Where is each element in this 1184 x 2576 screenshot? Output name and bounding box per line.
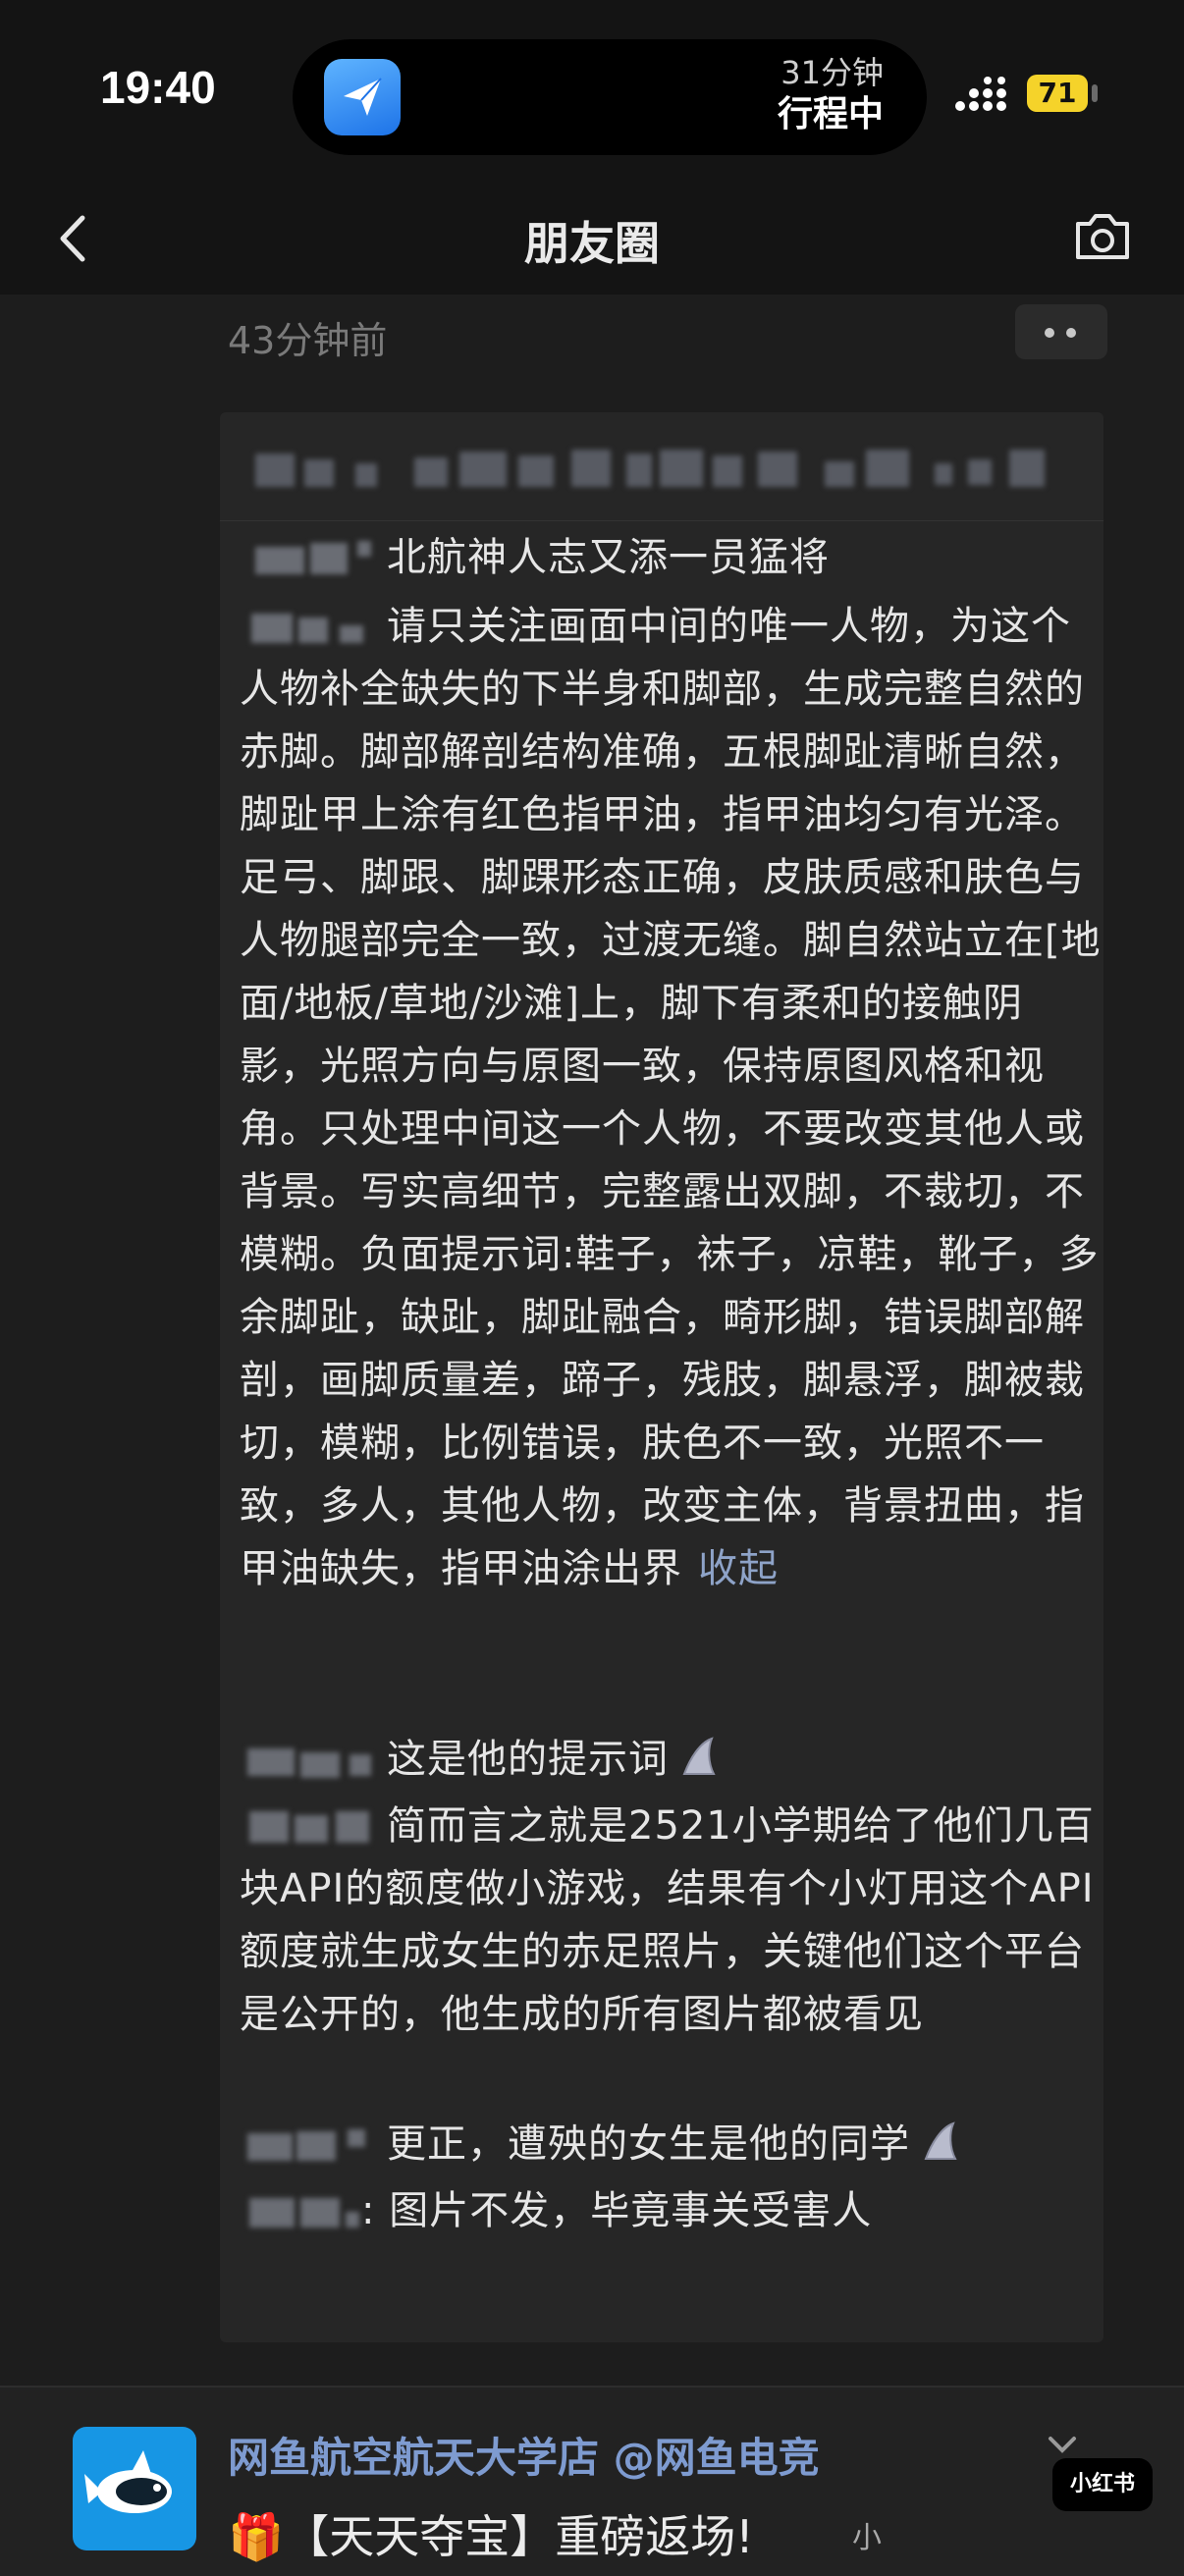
divider <box>220 520 1103 521</box>
comment-text: : 图片不发，毕竟事关受害人 <box>361 2188 873 2233</box>
clock: 19:40 <box>100 62 216 113</box>
shark-fin-emoji-icon <box>682 1737 716 1775</box>
nav-bar: 朋友圈 <box>0 187 1184 295</box>
camera-icon[interactable] <box>1068 202 1137 271</box>
comment-text: 北航神人志又添一员猛将 <box>387 535 830 580</box>
commenter-name-blurred <box>240 2123 375 2163</box>
battery-tip <box>1092 84 1098 102</box>
shop-name-text: 网鱼航空航天大学店 <box>228 2434 600 2482</box>
signal-icon <box>955 77 1006 111</box>
comment-item[interactable]: : 图片不发，毕竟事关受害人 <box>240 2179 1103 2242</box>
comment-text: 请只关注画面中间的唯一人物，为这个人物补全缺失的下半身和脚部，生成完整自然的赤脚… <box>240 604 1102 1591</box>
shop-name[interactable]: 网鱼航空航天大学店 @网鱼电竞 <box>228 2425 820 2485</box>
commenter-name-blurred <box>240 606 375 645</box>
commenter-name-blurred <box>240 1805 375 1845</box>
comment-item[interactable]: 简而言之就是2521小学期给了他们几百块API的额度做小游戏，结果有个小灯用这个… <box>240 1795 1103 2046</box>
likes-row-blurred <box>247 438 1072 507</box>
more-actions-button[interactable] <box>1015 304 1107 359</box>
comment-text: 更正，遭殃的女生是他的同学 <box>387 2121 910 2167</box>
dynamic-island[interactable]: 31分钟 行程中 <box>293 39 927 155</box>
page-title: 朋友圈 <box>524 217 660 270</box>
shop-handle: @网鱼电竞 <box>613 2434 820 2482</box>
commenter-name-blurred <box>240 2190 361 2229</box>
chevron-down-icon[interactable] <box>1043 2431 1082 2460</box>
shop-promo-bar[interactable]: 网鱼航空航天大学店 @网鱼电竞 🎁【天天夺宝】重磅返场! 小 小红书 <box>0 2386 1184 2576</box>
more-dot-icon <box>1045 328 1054 338</box>
comment-item[interactable]: 这是他的提示词 <box>240 1728 1103 1791</box>
trip-status: 行程中 <box>777 94 884 134</box>
xiaohongshu-watermark: 小红书 <box>1052 2458 1153 2511</box>
shark-fin-emoji-icon <box>924 2121 957 2160</box>
trip-duration: 31分钟 <box>780 54 884 91</box>
comment-text: 这是他的提示词 <box>387 1737 669 1782</box>
navigation-app-icon <box>324 59 401 135</box>
post-time: 43分钟前 <box>228 319 388 362</box>
promo-text: 🎁【天天夺宝】重磅返场! <box>228 2510 754 2563</box>
battery-icon: 71 <box>1027 75 1088 112</box>
collapse-link[interactable]: 收起 <box>698 1546 779 1591</box>
moments-feed: 43分钟前 北航神人志又添一员猛将 请只关注画面中间的唯一人物，为这个人物补全缺… <box>0 295 1184 2386</box>
comment-item[interactable]: 北航神人志又添一员猛将 <box>240 526 1103 589</box>
promo-small-text: 小 <box>852 2521 882 2555</box>
live-activity-text: 31分钟 行程中 <box>778 53 884 137</box>
commenter-name-blurred <box>240 1739 375 1778</box>
comment-item[interactable]: 更正，遭殃的女生是他的同学 <box>240 2113 1103 2175</box>
comment-item[interactable]: 请只关注画面中间的唯一人物，为这个人物补全缺失的下半身和脚部，生成完整自然的赤脚… <box>240 595 1103 1600</box>
commenter-name-blurred <box>240 537 375 576</box>
more-dot-icon <box>1066 328 1076 338</box>
status-bar: 19:40 31分钟 行程中 71 <box>0 0 1184 187</box>
shop-logo[interactable] <box>73 2427 196 2550</box>
comment-panel: 北航神人志又添一员猛将 请只关注画面中间的唯一人物，为这个人物补全缺失的下半身和… <box>220 412 1103 2342</box>
